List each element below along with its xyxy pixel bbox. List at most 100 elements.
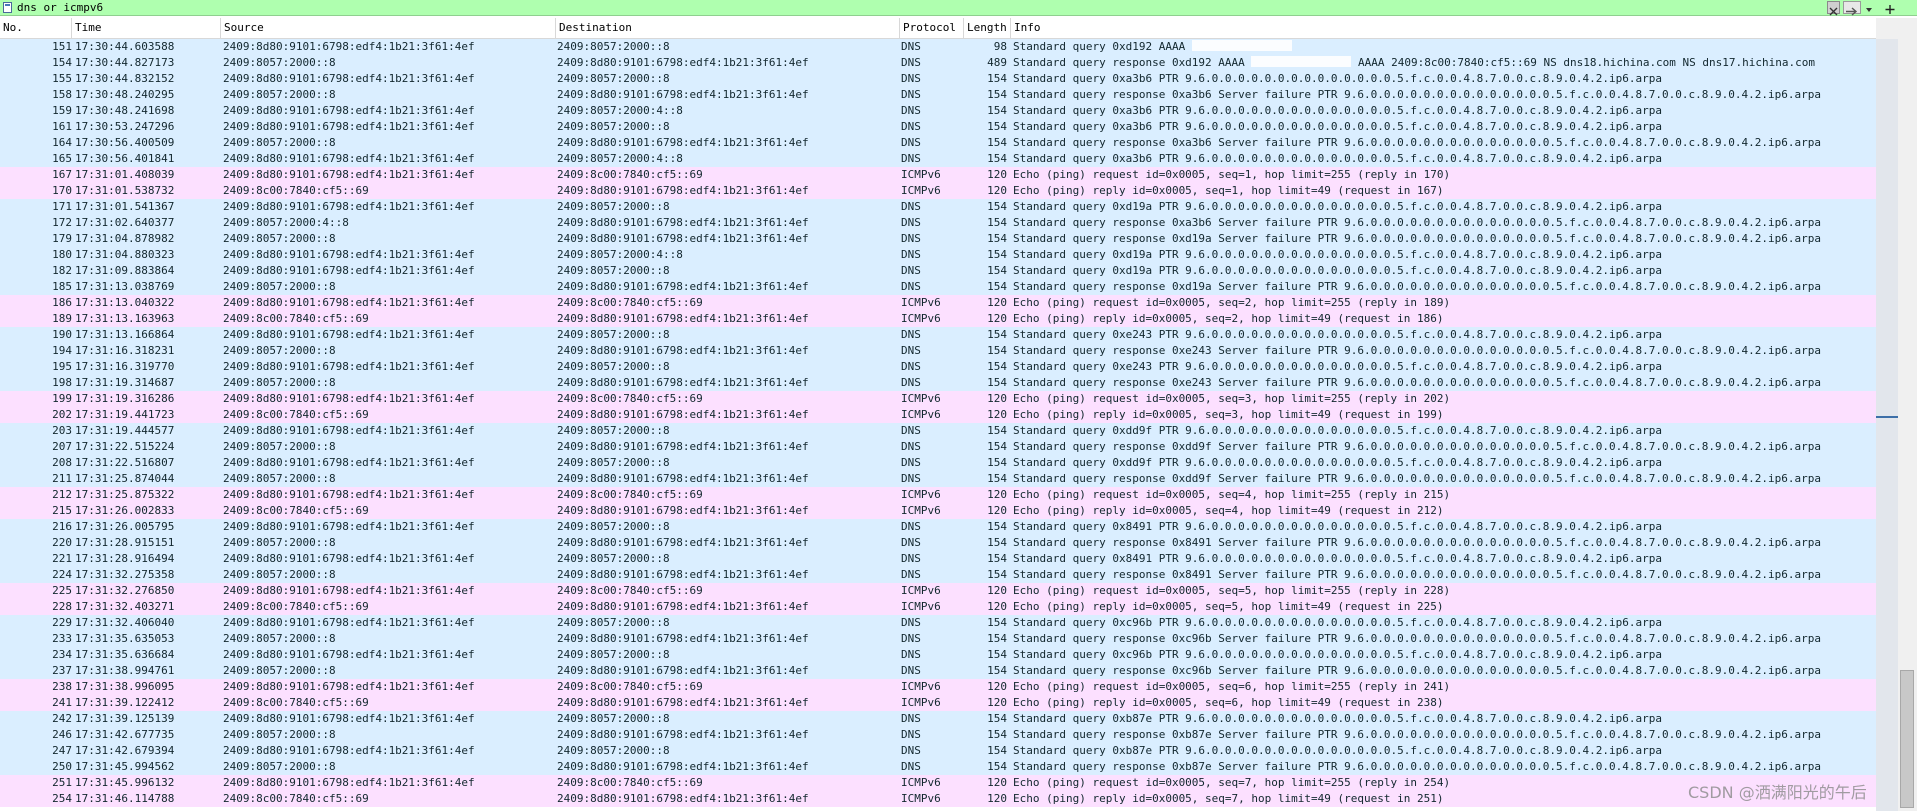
minimap-position-marker [1876,416,1898,418]
packet-length: 154 [987,216,1007,229]
column-header-length[interactable]: Length [964,18,1011,38]
packet-info: Standard query 0xb87e PTR 9.6.0.0.0.0.0.… [1013,743,1876,759]
packet-row[interactable]: 161 17:30:53.247296 2409:8d80:9101:6798:ed… [0,119,1876,135]
packet-row[interactable]: 254 17:31:46.114788 2409:8c00:7840:cf5::69… [0,791,1876,807]
packet-number: 165 [52,152,72,165]
packet-source: 2409:8d80:9101:6798:edf4:1b21:3f61:4ef [223,424,475,437]
packet-time: 17:31:01.408039 [75,168,175,181]
packet-row[interactable]: 165 17:30:56.401841 2409:8d80:9101:6798:ed… [0,151,1876,167]
packet-info: Standard query 0xa3b6 PTR 9.6.0.0.0.0.0.… [1013,119,1876,135]
packet-row[interactable]: 207 17:31:22.515224 2409:8057:2000::8 2409:… [0,439,1876,455]
packet-row[interactable]: 229 17:31:32.406040 2409:8d80:9101:6798:ed… [0,615,1876,631]
packet-row[interactable]: 212 17:31:25.875322 2409:8d80:9101:6798:ed… [0,487,1876,503]
packet-row[interactable]: 228 17:31:32.403271 2409:8c00:7840:cf5::69… [0,599,1876,615]
packet-row[interactable]: 186 17:31:13.040322 2409:8d80:9101:6798:ed… [0,295,1876,311]
packet-destination: 2409:8057:2000::8 [557,616,670,629]
packet-row[interactable]: 234 17:31:35.636684 2409:8d80:9101:6798:ed… [0,647,1876,663]
packet-row[interactable]: 155 17:30:44.832152 2409:8d80:9101:6798:ed… [0,71,1876,87]
packet-row[interactable]: 180 17:31:04.880323 2409:8d80:9101:6798:ed… [0,247,1876,263]
packet-row[interactable]: 246 17:31:42.677735 2409:8057:2000::8 2409:… [0,727,1876,743]
clear-filter-button[interactable] [1827,1,1840,16]
packet-row[interactable]: 195 17:31:16.319770 2409:8d80:9101:6798:ed… [0,359,1876,375]
packet-time: 17:31:32.275358 [75,568,175,581]
packet-protocol: DNS [901,664,921,677]
packet-destination: 2409:8d80:9101:6798:edf4:1b21:3f61:4ef [557,440,809,453]
packet-row[interactable]: 251 17:31:45.996132 2409:8d80:9101:6798:ed… [0,775,1876,791]
column-header-destination[interactable]: Destination [556,18,900,38]
packet-minimap[interactable] [1876,39,1898,811]
packet-length: 154 [987,440,1007,453]
packet-row[interactable]: 171 17:31:01.541367 2409:8d80:9101:6798:ed… [0,199,1876,215]
packet-row[interactable]: 250 17:31:45.994562 2409:8057:2000::8 2409:… [0,759,1876,775]
packet-row[interactable]: 216 17:31:26.005795 2409:8d80:9101:6798:ed… [0,519,1876,535]
packet-row[interactable]: 199 17:31:19.316286 2409:8d80:9101:6798:ed… [0,391,1876,407]
packet-source: 2409:8057:2000::8 [223,760,336,773]
filter-history-button[interactable] [1863,1,1875,14]
packet-row[interactable]: 179 17:31:04.878982 2409:8057:2000::8 2409:… [0,231,1876,247]
packet-row[interactable]: 170 17:31:01.538732 2409:8c00:7840:cf5::69… [0,183,1876,199]
column-header-no[interactable]: No. [0,18,72,38]
packet-destination: 2409:8057:2000:4::8 [557,152,683,165]
add-filter-button[interactable] [1882,1,1898,14]
packet-row[interactable]: 167 17:31:01.408039 2409:8d80:9101:6798:ed… [0,167,1876,183]
packet-source: 2409:8d80:9101:6798:edf4:1b21:3f61:4ef [223,776,475,789]
packet-row[interactable]: 225 17:31:32.276850 2409:8d80:9101:6798:ed… [0,583,1876,599]
packet-row[interactable]: 198 17:31:19.314687 2409:8057:2000::8 2409:… [0,375,1876,391]
packet-protocol: DNS [901,344,921,357]
packet-destination: 2409:8057:2000::8 [557,200,670,213]
packet-row[interactable]: 172 17:31:02.640377 2409:8057:2000:4::8 240… [0,215,1876,231]
packet-time: 17:31:39.122412 [75,696,175,709]
bookmark-icon[interactable] [3,2,12,13]
packet-row[interactable]: 190 17:31:13.166864 2409:8d80:9101:6798:ed… [0,327,1876,343]
packet-row[interactable]: 224 17:31:32.275358 2409:8057:2000::8 2409:… [0,567,1876,583]
packet-row[interactable]: 215 17:31:26.002833 2409:8c00:7840:cf5::69… [0,503,1876,519]
redacted-domain [1251,56,1352,67]
packet-row[interactable]: 233 17:31:35.635053 2409:8057:2000::8 2409:… [0,631,1876,647]
display-filter-input[interactable]: dns or icmpv6 [17,0,103,15]
packet-destination: 2409:8d80:9101:6798:edf4:1b21:3f61:4ef [557,344,809,357]
column-header-source[interactable]: Source [221,18,556,38]
packet-row[interactable]: 208 17:31:22.516807 2409:8d80:9101:6798:ed… [0,455,1876,471]
packet-protocol: ICMPv6 [901,184,941,197]
apply-filter-button[interactable] [1843,1,1861,16]
packet-row[interactable]: 182 17:31:09.883864 2409:8d80:9101:6798:ed… [0,263,1876,279]
packet-row[interactable]: 189 17:31:13.163963 2409:8c00:7840:cf5::69… [0,311,1876,327]
packet-row[interactable]: 154 17:30:44.827173 2409:8057:2000::8 2409:… [0,55,1876,71]
packet-info-text: Standard query 0xa3b6 PTR 9.6.0.0.0.0.0.… [1013,104,1663,117]
packet-time: 17:30:44.827173 [75,56,175,69]
packet-row[interactable]: 241 17:31:39.122412 2409:8c00:7840:cf5::69… [0,695,1876,711]
packet-row[interactable]: 247 17:31:42.679394 2409:8d80:9101:6798:ed… [0,743,1876,759]
packet-row[interactable]: 151 17:30:44.603588 2409:8d80:9101:6798:ed… [0,39,1876,55]
packet-row[interactable]: 238 17:31:38.996095 2409:8d80:9101:6798:ed… [0,679,1876,695]
packet-row[interactable]: 185 17:31:13.038769 2409:8057:2000::8 2409:… [0,279,1876,295]
packet-number: 237 [52,664,72,677]
packet-row[interactable]: 220 17:31:28.915151 2409:8057:2000::8 2409:… [0,535,1876,551]
packet-destination: 2409:8d80:9101:6798:edf4:1b21:3f61:4ef [557,88,809,101]
packet-time: 17:31:28.915151 [75,536,175,549]
packet-info: Standard query 0xc96b PTR 9.6.0.0.0.0.0.… [1013,647,1876,663]
packet-row[interactable]: 158 17:30:48.240295 2409:8057:2000::8 2409:… [0,87,1876,103]
packet-row[interactable]: 194 17:31:16.318231 2409:8057:2000::8 2409:… [0,343,1876,359]
packet-row[interactable]: 242 17:31:39.125139 2409:8d80:9101:6798:ed… [0,711,1876,727]
packet-protocol: DNS [901,72,921,85]
packet-destination: 2409:8057:2000::8 [557,552,670,565]
packet-time: 17:31:19.441723 [75,408,175,421]
packet-row[interactable]: 203 17:31:19.444577 2409:8d80:9101:6798:ed… [0,423,1876,439]
packet-row[interactable]: 221 17:31:28.916494 2409:8d80:9101:6798:ed… [0,551,1876,567]
packet-row[interactable]: 164 17:30:56.400509 2409:8057:2000::8 2409:… [0,135,1876,151]
column-header-info[interactable]: Info [1011,18,1876,38]
packet-info: Standard query 0xd19a PTR 9.6.0.0.0.0.0.… [1013,199,1876,215]
packet-number: 164 [52,136,72,149]
packet-row[interactable]: 237 17:31:38.994761 2409:8057:2000::8 2409:… [0,663,1876,679]
column-header-time[interactable]: Time [72,18,221,38]
scrollbar-thumb[interactable] [1900,670,1914,808]
packet-time: 17:31:19.316286 [75,392,175,405]
packet-row[interactable]: 211 17:31:25.874044 2409:8057:2000::8 2409:… [0,471,1876,487]
packet-source: 2409:8d80:9101:6798:edf4:1b21:3f61:4ef [223,456,475,469]
packet-info-text: Standard query response 0xa3b6 Server fa… [1013,216,1821,229]
packet-row[interactable]: 159 17:30:48.241698 2409:8d80:9101:6798:ed… [0,103,1876,119]
packet-length: 154 [987,664,1007,677]
packet-time: 17:31:46.114788 [75,792,175,805]
column-header-protocol[interactable]: Protocol [900,18,964,38]
packet-row[interactable]: 202 17:31:19.441723 2409:8c00:7840:cf5::69… [0,407,1876,423]
